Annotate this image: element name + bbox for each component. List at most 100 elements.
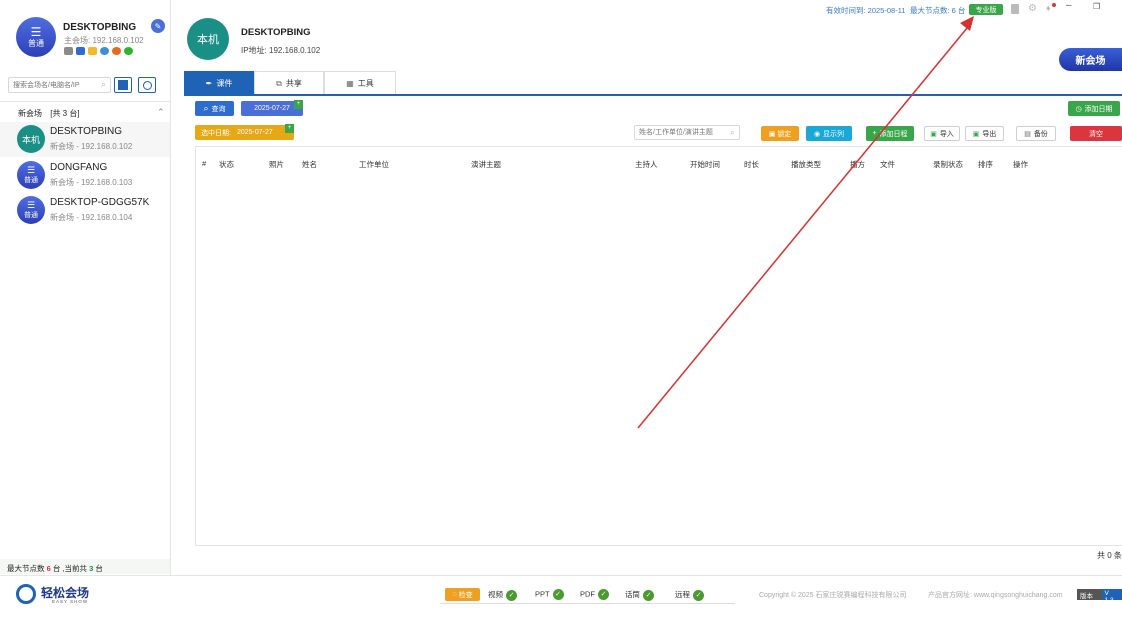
check-button[interactable]: ◌ 检查 <box>445 588 480 601</box>
venue-item[interactable]: ☰ 普通 DONGFANG 新会场 - 192.168.0.103 <box>0 158 170 193</box>
tab-tools[interactable]: ▦ 工具 <box>324 71 396 95</box>
new-venue-button[interactable]: 新会场 <box>1059 48 1122 71</box>
venue-name: DESKTOP-GDGG57K <box>50 197 150 208</box>
status-label: 视频 <box>488 590 503 599</box>
venue-avatar: 本机 <box>17 125 45 153</box>
edit-icon[interactable]: ✎ <box>151 19 165 33</box>
check-label: 检查 <box>458 591 473 599</box>
footer: 轻松会场 EASY SHOW ◌ 检查 视频 ✓ PPT ✓ PDF ✓ 话筒 ✓ 远程… <box>0 575 1122 618</box>
selected-date-value: 2025-07-27 <box>236 129 273 136</box>
node-summary-prefix: 最大节点数 <box>7 564 45 573</box>
restore-button[interactable]: ❐ <box>1093 2 1100 11</box>
venue-search-input[interactable] <box>9 78 93 92</box>
venue-avatar: ☰ 普通 <box>17 196 45 224</box>
divider <box>0 101 170 102</box>
tab-label: 课件 <box>216 79 233 88</box>
arrow-line <box>637 21 973 429</box>
venue-avatar: ☰ 普通 <box>17 161 45 189</box>
venue-name: DONGFANG <box>50 162 108 173</box>
backup-button[interactable]: ▤ 备份 <box>1016 126 1056 141</box>
folder-icon <box>88 47 97 55</box>
status-ppt: PPT ✓ <box>535 589 564 600</box>
selected-date[interactable]: 选中日期: 2025-07-27 <box>195 125 294 140</box>
check-icon: ✓ <box>643 589 654 601</box>
group-header[interactable]: 新会场 [共 3 台] <box>18 108 80 119</box>
device-avatar: 本机 <box>187 18 229 60</box>
selected-date-label: 选中日期: <box>201 129 231 137</box>
group-count: [共 3 台] <box>50 109 80 118</box>
clear-button[interactable]: 清空 <box>1070 126 1122 141</box>
collapse-icon[interactable]: ⌃ <box>157 107 165 118</box>
date-add-icon[interactable]: + <box>294 100 303 109</box>
version-badge: 版本号 V 1.3 <box>1077 589 1122 610</box>
history-button[interactable] <box>138 77 156 93</box>
venue-name: DESKTOPBING <box>50 126 123 137</box>
clock-icon: ◷ <box>1075 105 1082 113</box>
tab-share[interactable]: ⧉ 共享 <box>254 71 324 95</box>
col-photo[interactable]: 照片 <box>269 159 284 170</box>
venue-search[interactable]: ⌕ <box>8 77 111 93</box>
host-ip: 主会场: 192.168.0.102 <box>64 36 144 45</box>
version-label: 版本号 <box>1077 589 1102 610</box>
sidebar: ☰ 普通 DESKTOPBING 主会场: 192.168.0.102 ✎ ⌕ … <box>0 0 171 575</box>
col-index[interactable]: # <box>202 159 206 168</box>
globe-icon <box>100 47 109 55</box>
share-icon: ⧉ <box>276 78 282 88</box>
minimize-button[interactable]: – <box>1066 0 1072 11</box>
selected-date-icon[interactable]: + <box>285 124 294 133</box>
speaker-icon <box>64 47 73 55</box>
host-avatar[interactable]: ☰ 普通 <box>16 17 56 57</box>
col-actions[interactable]: 操作 <box>1013 159 1028 170</box>
clipboard-icon[interactable] <box>1011 4 1019 14</box>
device-name: DESKTOPBING <box>241 27 311 38</box>
status-label: PDF <box>580 589 595 599</box>
status-label: 话筒 <box>625 590 640 599</box>
browser-icon <box>112 47 121 55</box>
tab-label: 工具 <box>357 79 374 88</box>
query-label: 查询 <box>211 105 226 113</box>
avatar-badge: 普通 <box>28 38 44 48</box>
copyright: Copyright © 2025 石家庄锐赛编程科技有限公司 <box>759 592 907 599</box>
grid-icon: ☰ <box>26 199 36 210</box>
group-title: 新会场 <box>18 109 42 118</box>
add-date-label: 添加日期 <box>1084 105 1113 113</box>
col-organization[interactable]: 工作单位 <box>359 159 389 170</box>
notification-icon[interactable]: ♦ <box>1046 3 1051 13</box>
status-divider <box>440 603 735 604</box>
col-name[interactable]: 姓名 <box>302 159 317 170</box>
clock-icon <box>142 80 152 90</box>
grid-icon: ☰ <box>26 164 36 175</box>
app-window: ☰ 普通 DESKTOPBING 主会场: 192.168.0.102 ✎ ⌕ … <box>0 0 1122 618</box>
node-max: 6 <box>46 564 51 573</box>
col-topic[interactable]: 演讲主题 <box>471 159 501 170</box>
status-video: 视频 ✓ <box>488 589 517 601</box>
search-icon: ⌕ <box>203 103 209 113</box>
version-value: V 1.3 <box>1101 589 1122 604</box>
tab-courseware[interactable]: ✒ 课件 <box>184 71 254 95</box>
col-status[interactable]: 状态 <box>219 159 234 170</box>
pen-icon: ✒ <box>205 79 213 88</box>
host-status-icons <box>64 47 136 55</box>
query-button[interactable]: ⌕ 查询 <box>195 101 234 116</box>
node-summary-mid: 台 ,当前共 <box>52 564 88 573</box>
venue-item[interactable]: 本机 DESKTOPBING 新会场 - 192.168.0.102 <box>0 122 170 157</box>
monitor-icon <box>76 47 85 55</box>
venue-badge: 普通 <box>24 211 38 219</box>
node-current: 3 <box>89 564 94 573</box>
add-date-button[interactable]: ◷ 添加日期 <box>1068 101 1120 116</box>
venue-ip: 新会场 - 192.168.0.102 <box>50 142 133 151</box>
host-name: DESKTOPBING <box>63 22 137 33</box>
check-icon: ✓ <box>598 589 609 600</box>
wechat-icon <box>124 47 133 55</box>
search-icon[interactable]: ⌕ <box>101 79 106 90</box>
annotation-arrow <box>637 16 974 429</box>
status-microphone: 话筒 ✓ <box>625 589 654 601</box>
status-label: 远程 <box>675 590 690 599</box>
check-icon: ✓ <box>552 589 564 600</box>
status-label: PPT <box>535 589 550 599</box>
venue-item[interactable]: ☰ 普通 DESKTOP-GDGG57K 新会场 - 192.168.0.104 <box>0 193 170 228</box>
refresh-icon: ◌ <box>452 591 457 598</box>
gear-icon[interactable]: ⚙ <box>1028 3 1037 14</box>
tab-bar: ✒ 课件 ⧉ 共享 ▦ 工具 <box>184 71 396 95</box>
grid-view-button[interactable] <box>114 77 132 93</box>
